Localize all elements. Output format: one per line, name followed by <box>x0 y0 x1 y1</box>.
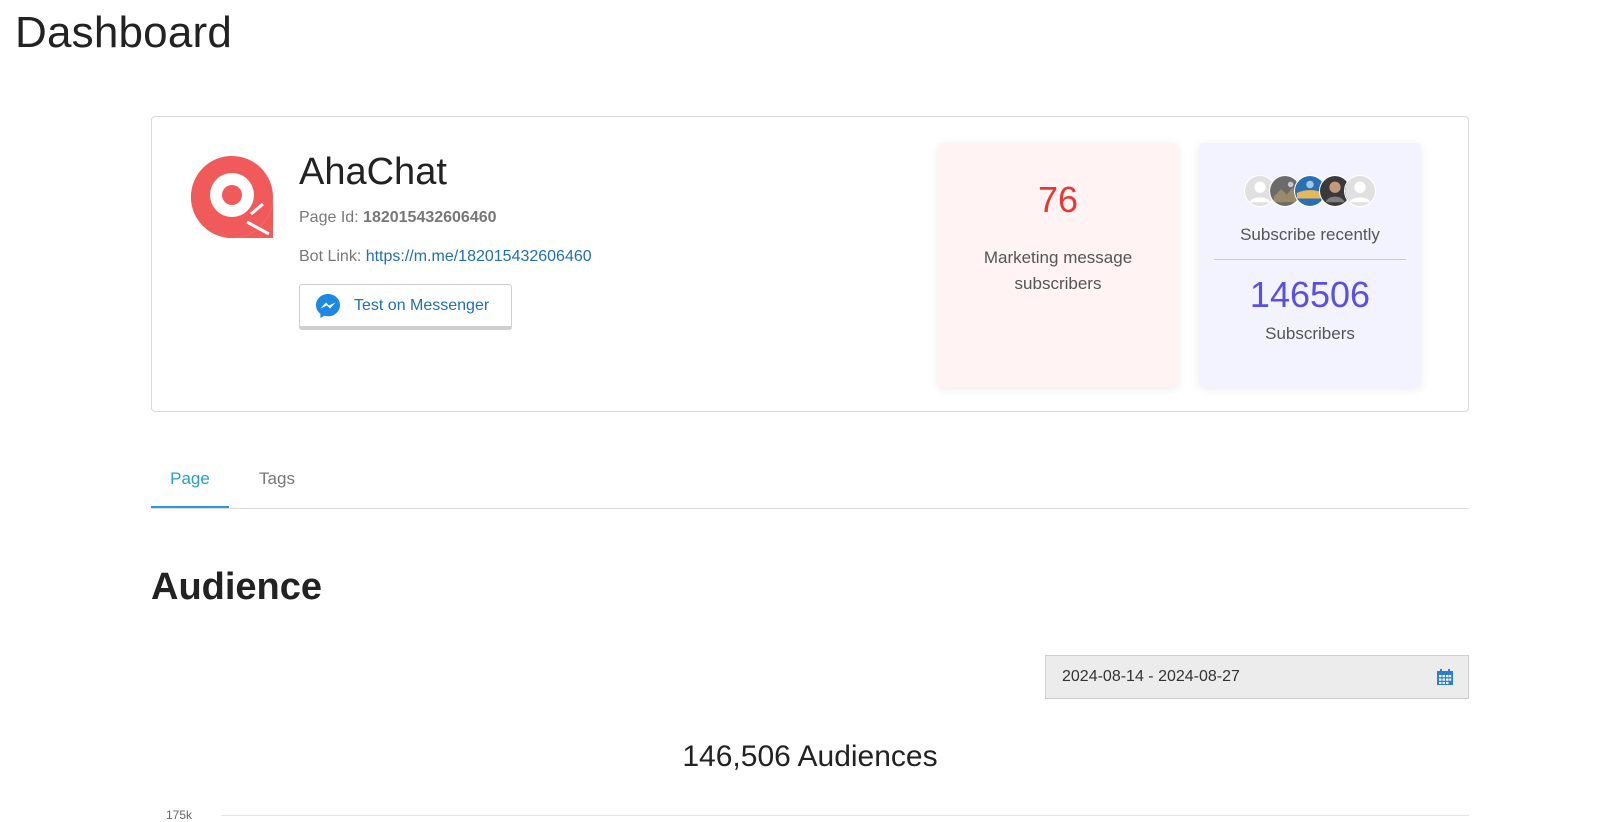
messenger-icon <box>316 293 340 318</box>
divider <box>1214 259 1406 260</box>
marketing-subscribers-label: Marketing message subscribers <box>938 245 1178 297</box>
date-range-value: 2024-08-14 - 2024-08-27 <box>1062 668 1240 685</box>
tab-tags[interactable]: Tags <box>247 462 307 508</box>
ahachat-logo-icon <box>191 156 273 238</box>
dashboard-tabs: Page Tags <box>151 462 1469 509</box>
subscribe-recently-label: Subscribe recently <box>1240 225 1380 244</box>
subscribers-count: 146506 <box>1249 274 1371 315</box>
marketing-subscribers-card: 76 Marketing message subscribers <box>938 143 1178 387</box>
page-title: Dashboard <box>15 8 233 57</box>
marketing-label-line1: Marketing message <box>983 248 1133 267</box>
page-info-card: AhaChat Page Id: 182015432606460 Bot Lin… <box>151 116 1469 412</box>
chart-y-tick: 175k <box>166 808 193 822</box>
page-name: AhaChat <box>299 151 447 193</box>
bot-link-label: Bot Link: <box>299 248 366 265</box>
page-id-label: Page Id: <box>299 209 364 226</box>
bot-link: Bot Link: https://m.me/182015432606460 <box>299 248 592 266</box>
marketing-subscribers-count: 76 <box>1037 179 1079 220</box>
page-id-value: 182015432606460 <box>363 209 497 226</box>
test-on-messenger-label: Test on Messenger <box>354 296 490 314</box>
marketing-label-line2: subscribers <box>1014 274 1102 293</box>
page-id: Page Id: 182015432606460 <box>299 209 497 227</box>
subscribers-card: Subscribe recently 146506 Subscribers <box>1199 143 1421 387</box>
subscribers-label: Subscribers <box>1265 324 1355 343</box>
calendar-icon[interactable] <box>1436 668 1454 686</box>
avatar[interactable] <box>1344 175 1376 207</box>
recent-subscriber-avatars <box>1199 175 1421 209</box>
tab-page[interactable]: Page <box>151 462 229 508</box>
bot-link-url[interactable]: https://m.me/182015432606460 <box>366 248 592 265</box>
test-on-messenger-button[interactable]: Test on Messenger <box>299 284 512 330</box>
audience-section-title: Audience <box>151 566 323 608</box>
audience-count-title: 146,506 Audiences <box>682 740 938 773</box>
date-range-picker[interactable]: 2024-08-14 - 2024-08-27 <box>1045 655 1469 699</box>
